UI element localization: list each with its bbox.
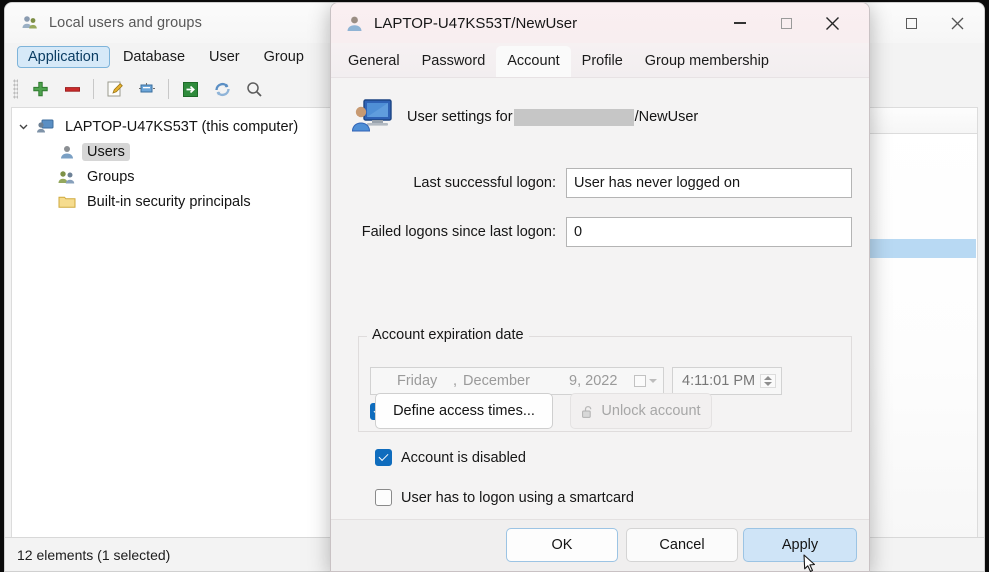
expiration-date-picker[interactable]: Friday , December 9, 2022: [370, 367, 664, 395]
tab-group-membership[interactable]: Group membership: [634, 46, 780, 77]
calendar-icon: [634, 375, 646, 387]
failed-logons-row: Failed logons since last logon: 0: [351, 217, 852, 247]
dialog-footer: OK Cancel Apply: [331, 519, 869, 571]
define-access-times-button[interactable]: Define access times...: [375, 393, 553, 429]
last-logon-label: Last successful logon:: [413, 175, 556, 191]
add-plus-icon[interactable]: [26, 76, 54, 102]
mouse-pointer-icon: [803, 554, 817, 572]
expiration-date-row: Friday , December 9, 2022 4:11:01 PM: [370, 367, 782, 395]
unlock-account-button: Unlock account: [570, 393, 712, 429]
cancel-label: Cancel: [659, 537, 705, 553]
properties-icon[interactable]: [133, 76, 161, 102]
apply-button[interactable]: Apply: [743, 528, 857, 562]
user-settings-text: User settings for /NewUser: [407, 108, 699, 126]
menu-item-user[interactable]: User: [198, 46, 251, 68]
toolbar-separator: [93, 79, 94, 99]
tree-item-label: Built-in security principals: [87, 193, 251, 210]
refresh-icon[interactable]: [208, 76, 236, 102]
menu-item-group[interactable]: Group: [253, 46, 315, 68]
failed-logons-label: Failed logons since last logon:: [361, 224, 556, 240]
menu-item-application[interactable]: Application: [17, 46, 110, 68]
smartcard-logon-label: User has to logon using a smartcard: [401, 489, 634, 506]
user-icon: [345, 14, 364, 33]
user-settings-header: User settings for /NewUser: [351, 98, 698, 136]
spinner-down-icon[interactable]: [764, 382, 772, 386]
account-is-disabled-row[interactable]: Account is disabled: [375, 449, 526, 466]
toolbar-grip[interactable]: [13, 79, 18, 99]
tree-item-label: Groups: [87, 168, 135, 185]
group-icon: [56, 168, 78, 186]
user-computer-icon: [351, 98, 393, 136]
smartcard-logon-row[interactable]: User has to logon using a smartcard: [375, 489, 634, 506]
tree-view[interactable]: LAPTOP-U47KS53T (this computer) Users Gr…: [11, 107, 341, 539]
chevron-down-icon[interactable]: [12, 121, 34, 132]
tree-item-computer[interactable]: LAPTOP-U47KS53T (this computer): [12, 114, 340, 139]
tab-profile[interactable]: Profile: [571, 46, 634, 77]
minimize-icon[interactable]: [717, 3, 763, 43]
date-day-year: 9, 2022: [569, 373, 618, 389]
folder-icon: [56, 193, 78, 211]
unlock-padlock-icon: [581, 405, 594, 418]
apply-label: Apply: [781, 537, 819, 553]
background-window-title: Local users and groups: [49, 15, 202, 31]
ok-label: OK: [551, 537, 573, 553]
smartcard-logon-checkbox[interactable]: [375, 489, 392, 506]
date-day-of-week: Friday: [397, 373, 438, 389]
account-expiration-group-title: Account expiration date: [367, 327, 529, 343]
maximize-icon[interactable]: [888, 3, 934, 43]
failed-logons-value: 0: [566, 217, 852, 247]
toolbar-separator: [168, 79, 169, 99]
spinner-updown-icon[interactable]: [760, 374, 776, 388]
tree-item-users[interactable]: Users: [12, 139, 340, 164]
new-user-properties-dialog: LAPTOP-U47KS53T/NewUser General Password…: [330, 2, 870, 572]
dialog-title: LAPTOP-U47KS53T/NewUser: [374, 14, 578, 32]
remove-minus-icon[interactable]: [58, 76, 86, 102]
user-icon: [56, 143, 78, 161]
expiration-time-value: 4:11:01 PM: [682, 373, 756, 389]
redacted-domain-block: [513, 108, 634, 126]
dialog-titlebar: LAPTOP-U47KS53T/NewUser: [331, 3, 869, 43]
close-icon[interactable]: [934, 3, 980, 43]
account-is-disabled-checkbox[interactable]: [375, 449, 392, 466]
status-bar-text: 12 elements (1 selected): [17, 546, 171, 563]
last-logon-row: Last successful logon: User has never lo…: [351, 168, 852, 198]
chevron-down-icon: [649, 379, 657, 383]
maximize-icon[interactable]: [763, 3, 809, 43]
unlock-account-label: Unlock account: [601, 403, 701, 419]
define-access-times-label: Define access times...: [393, 403, 535, 419]
tree-item-builtin-security-principals[interactable]: Built-in security principals: [12, 189, 340, 214]
account-is-disabled-label: Account is disabled: [401, 449, 526, 466]
date-month: December: [463, 373, 530, 389]
search-icon[interactable]: [240, 76, 268, 102]
dialog-tabstrip: General Password Account Profile Group m…: [331, 43, 869, 77]
screen: Local users and groups Application Datab…: [0, 0, 989, 572]
calendar-dropdown-button[interactable]: [634, 375, 657, 387]
user-settings-suffix: /NewUser: [634, 109, 699, 125]
tab-account[interactable]: Account: [496, 46, 571, 77]
user-settings-prefix: User settings for: [407, 109, 513, 125]
tree-item-label: Users: [82, 142, 130, 161]
tab-password[interactable]: Password: [411, 46, 497, 77]
expiration-time-picker[interactable]: 4:11:01 PM: [672, 367, 782, 395]
close-icon[interactable]: [809, 3, 855, 43]
tab-general[interactable]: General: [337, 46, 411, 77]
menu-item-database[interactable]: Database: [112, 46, 196, 68]
tree-item-groups[interactable]: Groups: [12, 164, 340, 189]
edit-pencil-icon[interactable]: [101, 76, 129, 102]
cancel-button[interactable]: Cancel: [626, 528, 738, 562]
ok-button[interactable]: OK: [506, 528, 618, 562]
spinner-up-icon[interactable]: [764, 376, 772, 380]
last-logon-value: User has never logged on: [566, 168, 852, 198]
tree-item-label: LAPTOP-U47KS53T (this computer): [65, 118, 299, 135]
users-group-icon: [21, 14, 39, 32]
export-arrow-icon[interactable]: [176, 76, 204, 102]
dialog-body: User settings for /NewUser Last successf…: [331, 77, 869, 519]
computer-user-icon: [34, 118, 56, 136]
